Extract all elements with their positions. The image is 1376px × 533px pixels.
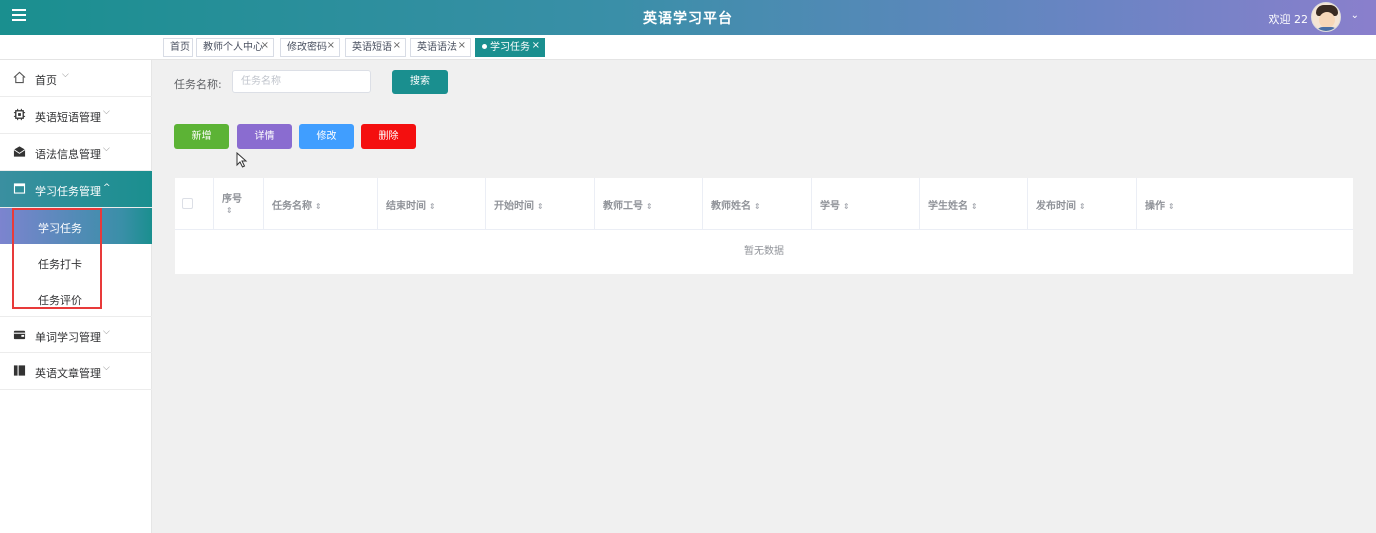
chevron-up-icon: ^	[103, 183, 111, 193]
top-header: 英语学习平台 欢迎 22 ⌄	[0, 0, 1376, 35]
sort-icon[interactable]: ⇕	[646, 202, 653, 211]
tab-english-grammar[interactable]: 英语语法 ×	[410, 38, 471, 57]
table-header-cell[interactable]: 开始时间 ⇕	[486, 178, 595, 230]
add-button[interactable]: 新增	[174, 124, 229, 149]
chevron-down-icon: ⌵	[103, 363, 110, 373]
column-label: 学号	[820, 201, 840, 212]
table-header-cell[interactable]: 学生姓名 ⇕	[920, 178, 1028, 230]
search-label: 任务名称:	[174, 78, 222, 91]
welcome-text: 欢迎 22	[1268, 13, 1309, 26]
sort-icon[interactable]: ⇕	[754, 202, 761, 211]
sort-icon[interactable]: ⇕	[537, 202, 544, 211]
tab-close-icon[interactable]: ×	[532, 37, 540, 54]
chevron-down-icon: ⌵	[62, 70, 69, 80]
column-label: 序号	[222, 194, 242, 205]
book-icon	[13, 365, 26, 376]
search-input[interactable]	[232, 70, 371, 93]
edit-button[interactable]: 修改	[299, 124, 354, 149]
active-dot-icon	[482, 44, 487, 49]
user-dropdown-caret-icon[interactable]: ⌄	[1351, 10, 1359, 21]
tab-learning-task[interactable]: 学习任务 ×	[475, 38, 545, 57]
tab-close-icon[interactable]: ×	[261, 37, 269, 54]
sidebar-item-grammar[interactable]: 语法信息管理 ⌵	[0, 134, 152, 171]
sidebar-subitem-task-checkin[interactable]: 任务打卡	[14, 244, 152, 280]
table-header-cell[interactable]: 序号 ⇕	[214, 178, 264, 230]
mouse-cursor-icon	[236, 152, 248, 168]
sidebar-subitem-label: 学习任务	[38, 222, 82, 235]
sidebar-subitem-label: 任务打卡	[38, 258, 82, 271]
sidebar-item-phrases[interactable]: 英语短语管理 ⌵	[0, 97, 152, 134]
tab-close-icon[interactable]: ×	[393, 37, 401, 54]
tab-label: 教师个人中心	[203, 42, 263, 53]
table-header-cell[interactable]: 任务名称 ⇕	[264, 178, 378, 230]
empty-state-text: 暂无数据	[744, 246, 784, 257]
column-label: 学生姓名	[928, 201, 968, 212]
home-icon	[13, 71, 26, 84]
tab-label: 修改密码	[287, 42, 327, 53]
tab-english-phrases[interactable]: 英语短语 ×	[345, 38, 406, 57]
column-label: 发布时间	[1036, 201, 1076, 212]
delete-button[interactable]: 删除	[361, 124, 416, 149]
sidebar-item-home[interactable]: 首页 ⌵	[0, 60, 152, 97]
tab-close-icon[interactable]: ×	[458, 37, 466, 54]
app-title: 英语学习平台	[643, 11, 733, 27]
table-header-cell[interactable]: 发布时间 ⇕	[1028, 178, 1137, 230]
sidebar-item-label: 语法信息管理	[35, 148, 101, 161]
sidebar-item-label: 英语短语管理	[35, 111, 101, 124]
search-button[interactable]: 搜索	[392, 70, 448, 94]
chevron-down-icon: ⌵	[103, 107, 110, 117]
sidebar-item-articles[interactable]: 英语文章管理 ⌵	[0, 353, 152, 390]
user-avatar[interactable]	[1311, 2, 1341, 32]
sort-icon[interactable]: ⇕	[226, 206, 233, 215]
sidebar-item-words[interactable]: 单词学习管理 ⌵	[0, 316, 152, 353]
tab-home[interactable]: 首页	[163, 38, 193, 57]
sidebar-subitem-learning-task[interactable]: 学习任务	[0, 208, 152, 244]
sidebar-subitem-task-evaluation[interactable]: 任务评价	[14, 280, 152, 316]
sidebar-item-label: 英语文章管理	[35, 367, 101, 380]
sidebar-item-label: 首页	[35, 74, 57, 87]
main-content: 任务名称: 搜索 新增 详情 修改 删除 序号 ⇕ 任务名称⇕ 结束时间⇕ 开始…	[152, 60, 1376, 533]
sidebar-subitem-label: 任务评价	[38, 294, 82, 307]
tab-close-icon[interactable]: ×	[327, 37, 335, 54]
sort-icon[interactable]: ⇕	[843, 202, 850, 211]
sidebar-item-learning-tasks[interactable]: 学习任务管理 ^	[0, 171, 152, 208]
table-header-cell[interactable]: 结束时间 ⇕	[378, 178, 486, 230]
table-header-cell[interactable]: 教师工号 ⇕	[595, 178, 703, 230]
column-label: 任务名称	[272, 201, 312, 212]
table-header-select	[175, 178, 214, 230]
tab-change-password[interactable]: 修改密码 ×	[280, 38, 340, 57]
column-label: 开始时间	[494, 201, 534, 212]
sidebar: 首页 ⌵ 英语短语管理 ⌵ 语法信息管理 ⌵ 学习任务管理 ^ 学习任务 任务打…	[0, 60, 152, 533]
tab-label: 英语短语	[352, 42, 392, 53]
chevron-down-icon: ⌵	[103, 144, 110, 154]
table-header-cell[interactable]: 教师姓名 ⇕	[703, 178, 812, 230]
wallet-icon	[13, 330, 26, 340]
tab-teacher-center[interactable]: 教师个人中心 ×	[196, 38, 274, 57]
column-label: 结束时间	[386, 201, 426, 212]
table-header: 序号 ⇕ 任务名称 ⇕ 结束时间 ⇕ 开始时间 ⇕ 教师工号 ⇕ 教师姓名 ⇕ 学号 ⇕	[175, 178, 1353, 230]
column-label: 操作	[1145, 201, 1165, 212]
sort-icon[interactable]: ⇕	[971, 202, 978, 211]
sort-icon[interactable]: ⇕	[315, 202, 322, 211]
tab-label: 英语语法	[417, 42, 457, 53]
tab-bar: 首页 教师个人中心 × 修改密码 × 英语短语 × 英语语法 × 学习任务 ×	[0, 35, 1376, 60]
sort-icon[interactable]: ⇕	[1079, 202, 1086, 211]
data-table: 序号 ⇕ 任务名称 ⇕ 结束时间 ⇕ 开始时间 ⇕ 教师工号 ⇕ 教师姓名 ⇕ 学号 ⇕	[175, 178, 1353, 274]
detail-button[interactable]: 详情	[237, 124, 292, 149]
tab-label: 学习任务	[490, 42, 530, 53]
table-header-cell[interactable]: 操作 ⇕	[1137, 178, 1353, 230]
column-label: 教师姓名	[711, 201, 751, 212]
tab-label: 首页	[170, 42, 190, 53]
select-all-checkbox[interactable]	[182, 198, 193, 209]
chevron-down-icon: ⌵	[103, 327, 110, 337]
column-label: 教师工号	[603, 201, 643, 212]
sort-icon[interactable]: ⇕	[429, 202, 436, 211]
window-icon	[13, 183, 26, 194]
sort-icon[interactable]: ⇕	[1168, 202, 1175, 211]
sidebar-item-label: 学习任务管理	[35, 185, 101, 198]
chip-icon	[13, 108, 26, 121]
envelope-icon	[13, 146, 26, 157]
table-header-cell[interactable]: 学号 ⇕	[812, 178, 920, 230]
sidebar-item-label: 单词学习管理	[35, 331, 101, 344]
